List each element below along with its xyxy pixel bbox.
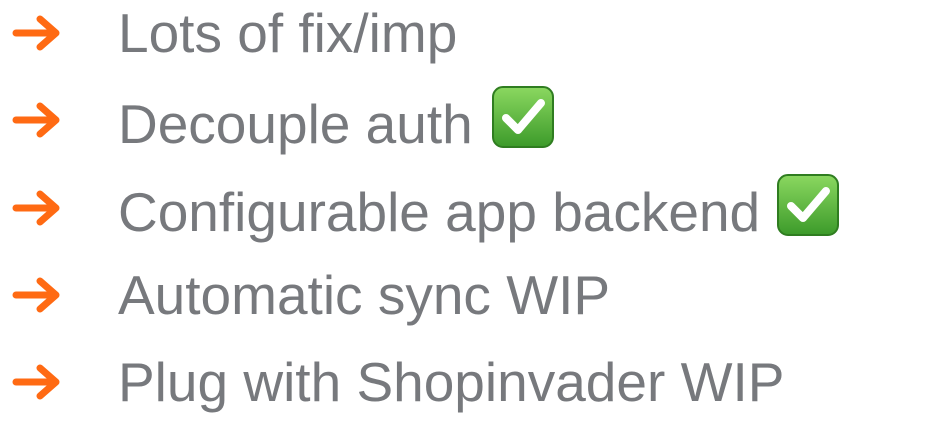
arrow-right-icon <box>12 15 60 51</box>
arrow-right-icon <box>12 364 60 400</box>
check-mark-button-icon <box>491 86 554 148</box>
list-item-label: Lots of fix/imp <box>118 2 458 64</box>
list-item: Plug with Shopinvader WIP <box>0 342 942 422</box>
bullet-list: Lots of fix/imp Decouple auth Configurab… <box>0 0 942 415</box>
arrow-right-icon <box>12 190 60 226</box>
list-item: Decouple auth <box>0 80 942 160</box>
arrow-right-icon <box>12 102 60 138</box>
list-item-label: Plug with Shopinvader WIP <box>118 351 785 413</box>
list-item: Lots of fix/imp <box>0 0 942 73</box>
check-mark-button-icon <box>777 174 840 236</box>
arrow-right-icon <box>12 277 60 313</box>
list-item-label: Configurable app backend <box>118 173 840 243</box>
list-item-label: Automatic sync WIP <box>118 264 611 326</box>
list-item-label: Decouple auth <box>118 85 555 155</box>
list-item: Configurable app backend <box>0 168 942 248</box>
list-item: Automatic sync WIP <box>0 255 942 335</box>
